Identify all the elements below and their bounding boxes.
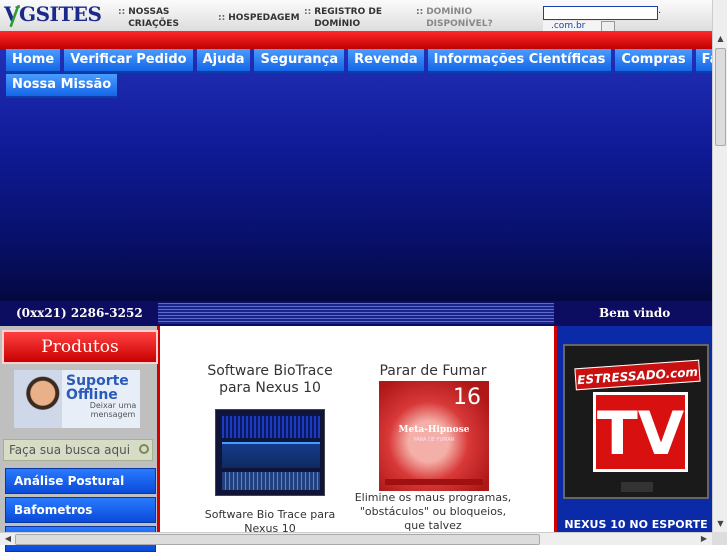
scroll-corner xyxy=(712,532,727,545)
topnav-label: NOSSAS xyxy=(128,7,170,17)
category-analise-postural[interactable]: Análise Postural xyxy=(5,468,156,494)
image-number: 16 xyxy=(453,385,481,410)
product-desc-parar-fumar: Elimine os maus programas, "obstáculos" … xyxy=(354,491,512,532)
product-grid: Software BioTrace para Nexus 10 Software… xyxy=(163,326,554,545)
image-sublabel: PARA DE FUMAR xyxy=(413,437,455,443)
phone-number: (0xx21) 2286-3252 xyxy=(16,306,143,320)
menu-fale[interactable]: Fale xyxy=(695,49,712,73)
menu-informacoes-cientificas[interactable]: Informações Científicas xyxy=(427,49,612,73)
nexus-caption[interactable]: NEXUS 10 NO ESPORTE xyxy=(559,518,713,531)
topnav-hospedagem[interactable]: :: HOSPEDAGEM xyxy=(218,12,300,24)
search-input[interactable]: Faça sua busca aqui xyxy=(3,439,153,461)
topnav-nossas-criacoes[interactable]: :: NOSSAS CRIAÇÕES xyxy=(118,6,179,30)
horizontal-scroll-thumb[interactable] xyxy=(15,534,540,545)
header-red-stripe xyxy=(0,31,712,49)
category-bafometros[interactable]: Bafometros xyxy=(5,497,156,523)
topnav-separator: :: xyxy=(304,7,312,17)
product-image-biotrace[interactable] xyxy=(215,409,325,496)
search-icon[interactable] xyxy=(139,444,149,454)
product-title-biotrace[interactable]: Software BioTrace para Nexus 10 xyxy=(197,363,343,397)
phone-bar: (0xx21) 2286-3252 Bem vindo xyxy=(0,301,712,326)
scroll-up-icon[interactable]: ▲ xyxy=(715,34,726,46)
tv-ad-image[interactable]: ESTRESSADO.com TV xyxy=(563,344,709,499)
image-footer xyxy=(385,479,483,485)
menu-nossa-missao[interactable]: Nossa Missão xyxy=(6,74,118,98)
topnav-label: REGISTRO DE xyxy=(314,7,382,17)
search-placeholder: Faça sua busca aqui xyxy=(9,443,131,457)
menu-home[interactable]: Home xyxy=(6,49,61,73)
topnav-label: DOMÍNIO xyxy=(314,19,361,29)
menu-verificar-pedido[interactable]: Verificar Pedido xyxy=(64,49,193,73)
chart-panel xyxy=(222,416,320,438)
support-sub: Deixar uma mensagem xyxy=(89,401,137,419)
menu-compras[interactable]: Compras xyxy=(615,49,692,73)
topnav-separator: :: xyxy=(118,7,126,17)
menu-seguranca[interactable]: Segurança xyxy=(254,49,345,73)
scroll-left-icon[interactable]: ◀ xyxy=(2,533,14,545)
main-menu: Home Verificar Pedido Ajuda Segurança Re… xyxy=(6,49,712,75)
topnav-separator: :: xyxy=(218,13,226,23)
tv-text: TV xyxy=(593,392,688,472)
support-title: Suporte Offline xyxy=(66,374,129,402)
chart-panel xyxy=(222,472,320,490)
topnav-label: DISPONÍVEL? xyxy=(426,19,493,29)
topnav-dominio-disponivel: :: DOMÍNIO DISPONÍVEL? xyxy=(416,6,493,30)
product-image-parar-fumar[interactable]: 16 Meta-Hipnose PARA DE FUMAR xyxy=(379,381,489,491)
menu-revenda[interactable]: Revenda xyxy=(348,49,424,73)
product-title-parar-fumar[interactable]: Parar de Fumar xyxy=(353,363,513,380)
scroll-right-icon[interactable]: ▶ xyxy=(698,533,710,545)
vertical-scrollbar[interactable]: ▲ ▼ xyxy=(712,0,727,532)
topnav-registro-dominio[interactable]: :: REGISTRO DE DOMÍNIO xyxy=(304,6,382,30)
right-sidebar: ESTRESSADO.com TV NEXUS 10 NO ESPORTE xyxy=(554,326,712,545)
site-logo[interactable]: VGSITES xyxy=(4,2,102,27)
support-offline-banner[interactable]: Suporte Offline Deixar uma mensagem xyxy=(14,370,140,428)
decorative-lines xyxy=(158,303,554,324)
scroll-down-icon[interactable]: ▼ xyxy=(715,519,726,531)
tv-brand: ESTRESSADO.com xyxy=(574,359,701,391)
vertical-scroll-thumb[interactable] xyxy=(715,48,726,146)
domain-dot: . xyxy=(658,5,662,16)
produtos-header: Produtos xyxy=(2,330,158,364)
left-sidebar: Produtos Suporte Offline Deixar uma mens… xyxy=(0,326,160,552)
welcome-text: Bem vindo xyxy=(599,306,671,320)
chart-panel xyxy=(222,442,320,468)
topnav-label: DOMÍNIO xyxy=(426,7,473,17)
tv-stand xyxy=(621,482,653,492)
topnav-label: CRIAÇÕES xyxy=(128,19,179,29)
domain-search-input[interactable] xyxy=(543,6,658,20)
horizontal-scrollbar[interactable]: ◀ ▶ xyxy=(0,532,712,545)
topnav-separator: :: xyxy=(416,7,424,17)
menu-ajuda[interactable]: Ajuda xyxy=(196,49,251,73)
image-label: Meta-Hipnose xyxy=(398,425,470,435)
support-agent-image xyxy=(14,370,62,428)
topnav-label: HOSPEDAGEM xyxy=(228,13,300,23)
site-header: VGSITES :: NOSSAS CRIAÇÕES :: HOSPEDAGEM … xyxy=(0,0,712,32)
